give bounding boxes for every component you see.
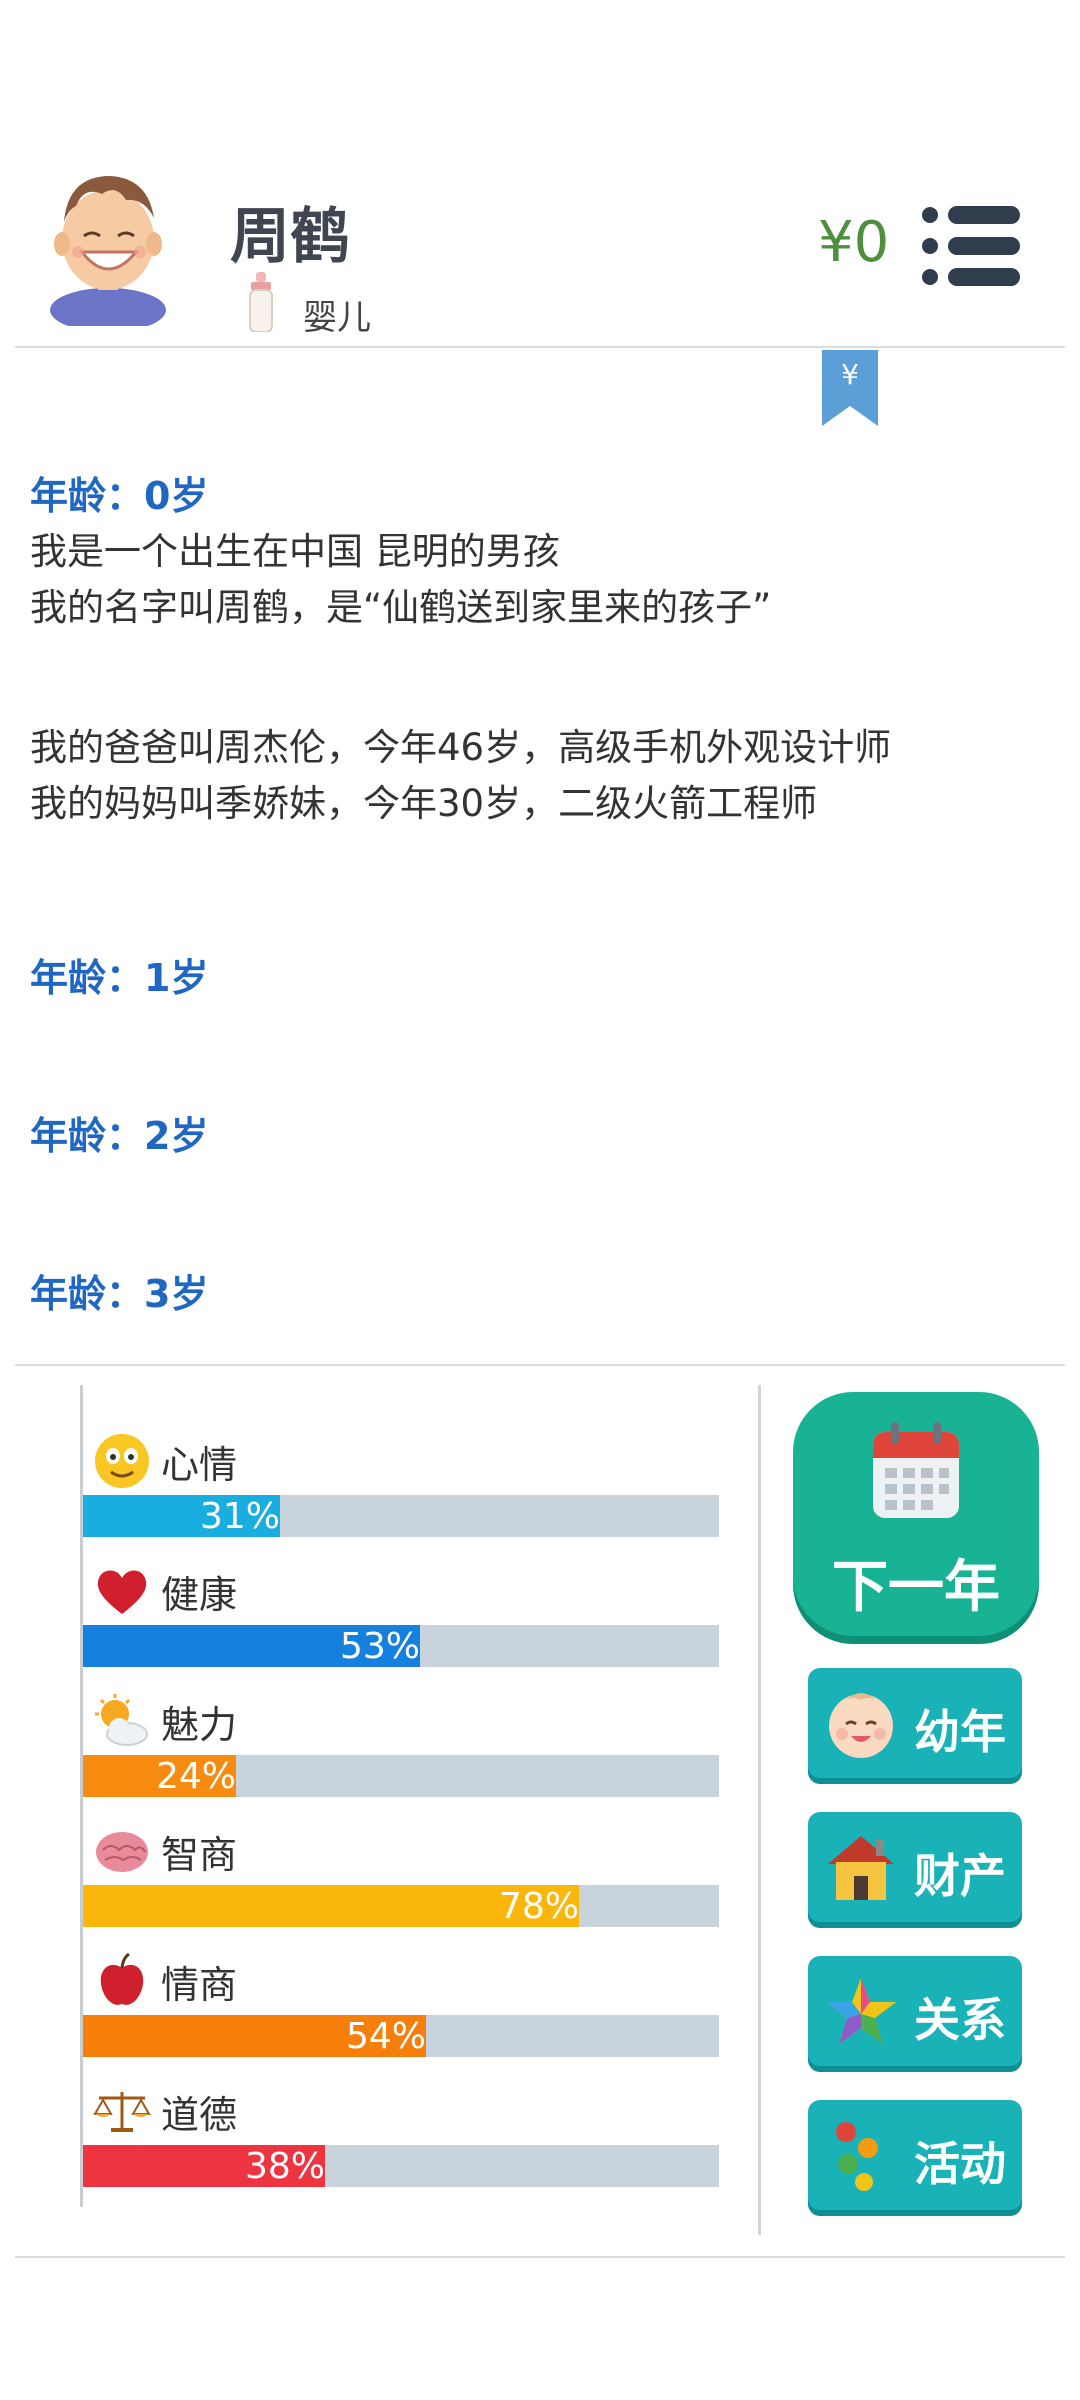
stat-morality: 道德 [93,2081,237,2141]
stat-percent: 54% [345,2016,426,2057]
house-icon [828,1836,894,1900]
baby-bottle-icon [249,272,273,332]
stat-iq: 智商 [93,1821,237,1881]
stat-bar: 24% [83,1755,719,1797]
age-heading: 年龄：0岁 [30,474,209,518]
log-divider [15,1364,1065,1366]
svg-text:¥: ¥ [841,358,859,391]
money-balance: ¥0 [818,210,890,275]
stat-bar: 31% [83,1495,719,1537]
stats-panel: 心情 31% 健康 53% 魅力 24% 智商 78% 情商 54% 道德 38… [80,1385,723,2207]
stat-health: 健康 [93,1561,237,1621]
assets-button[interactable]: 财产 [808,1812,1022,1922]
stat-percent: 53% [339,1626,420,1667]
menu-list-icon[interactable] [920,205,1022,287]
age-heading: 年龄：2岁 [30,1114,209,1158]
relations-button[interactable]: 关系 [808,1956,1022,2066]
log-line: 我的名字叫周鹤，是“仙鹤送到家里来的孩子” [30,586,772,629]
dots-activity-icon [836,2122,878,2191]
age-heading: 年龄：3岁 [30,1272,209,1316]
stat-eq: 情商 [93,1951,237,2011]
stat-percent: 38% [244,2146,325,2187]
life-stage: 婴儿 [303,298,371,338]
stat-charm: 魅力 [93,1691,237,1751]
panel-divider [758,1385,761,2235]
activities-label: 活动 [914,2137,1006,2191]
sun-cloud-icon [95,1694,148,1746]
avatar[interactable] [44,162,172,326]
baby-face-icon [829,1693,893,1758]
smiley-icon [95,1434,149,1488]
stat-mood: 心情 [93,1431,237,1491]
stat-bar: 54% [83,2015,719,2057]
calendar-icon [873,1422,959,1518]
next-year-button[interactable]: 下一年 [793,1392,1039,1636]
scales-icon [93,2092,151,2132]
next-year-label: 下一年 [832,1555,1000,1620]
heart-icon [97,1570,147,1614]
stat-name: 心情 [161,1442,238,1487]
stat-bar: 78% [83,1885,719,1927]
stat-name: 情商 [161,1962,238,2007]
age-heading: 年龄：1岁 [30,956,209,1000]
profile-header: 周鹤 婴儿 ¥0 [0,0,1080,346]
star-icon [826,1978,896,2044]
childhood-label: 幼年 [914,1705,1006,1759]
stat-percent: 78% [498,1886,579,1927]
log-line: 我的妈妈叫季娇妹，今年30岁，二级火箭工程师 [30,782,818,825]
stat-percent: 24% [155,1756,236,1797]
assets-label: 财产 [914,1849,1006,1903]
log-line: 我是一个出生在中国 昆明的男孩 [30,530,560,573]
stat-bar: 38% [83,2145,719,2187]
stat-percent: 31% [199,1496,280,1537]
player-name: 周鹤 [230,202,350,272]
childhood-button[interactable]: 幼年 [808,1668,1022,1778]
brain-icon [96,1832,148,1872]
header-divider [15,346,1065,348]
apple-icon [100,1952,144,2005]
stat-name: 道德 [161,2092,238,2137]
stat-name: 健康 [161,1572,238,1617]
activities-button[interactable]: 活动 [808,2100,1022,2210]
stat-name: 魅力 [161,1702,238,1747]
bottom-divider [15,2256,1065,2258]
relations-label: 关系 [914,1993,1006,2047]
stat-bar: 53% [83,1625,719,1667]
bookmark-yen-icon[interactable]: ¥ [822,350,878,426]
log-line: 我的爸爸叫周杰伦，今年46岁，高级手机外观设计师 [30,726,892,769]
stat-name: 智商 [161,1832,238,1877]
